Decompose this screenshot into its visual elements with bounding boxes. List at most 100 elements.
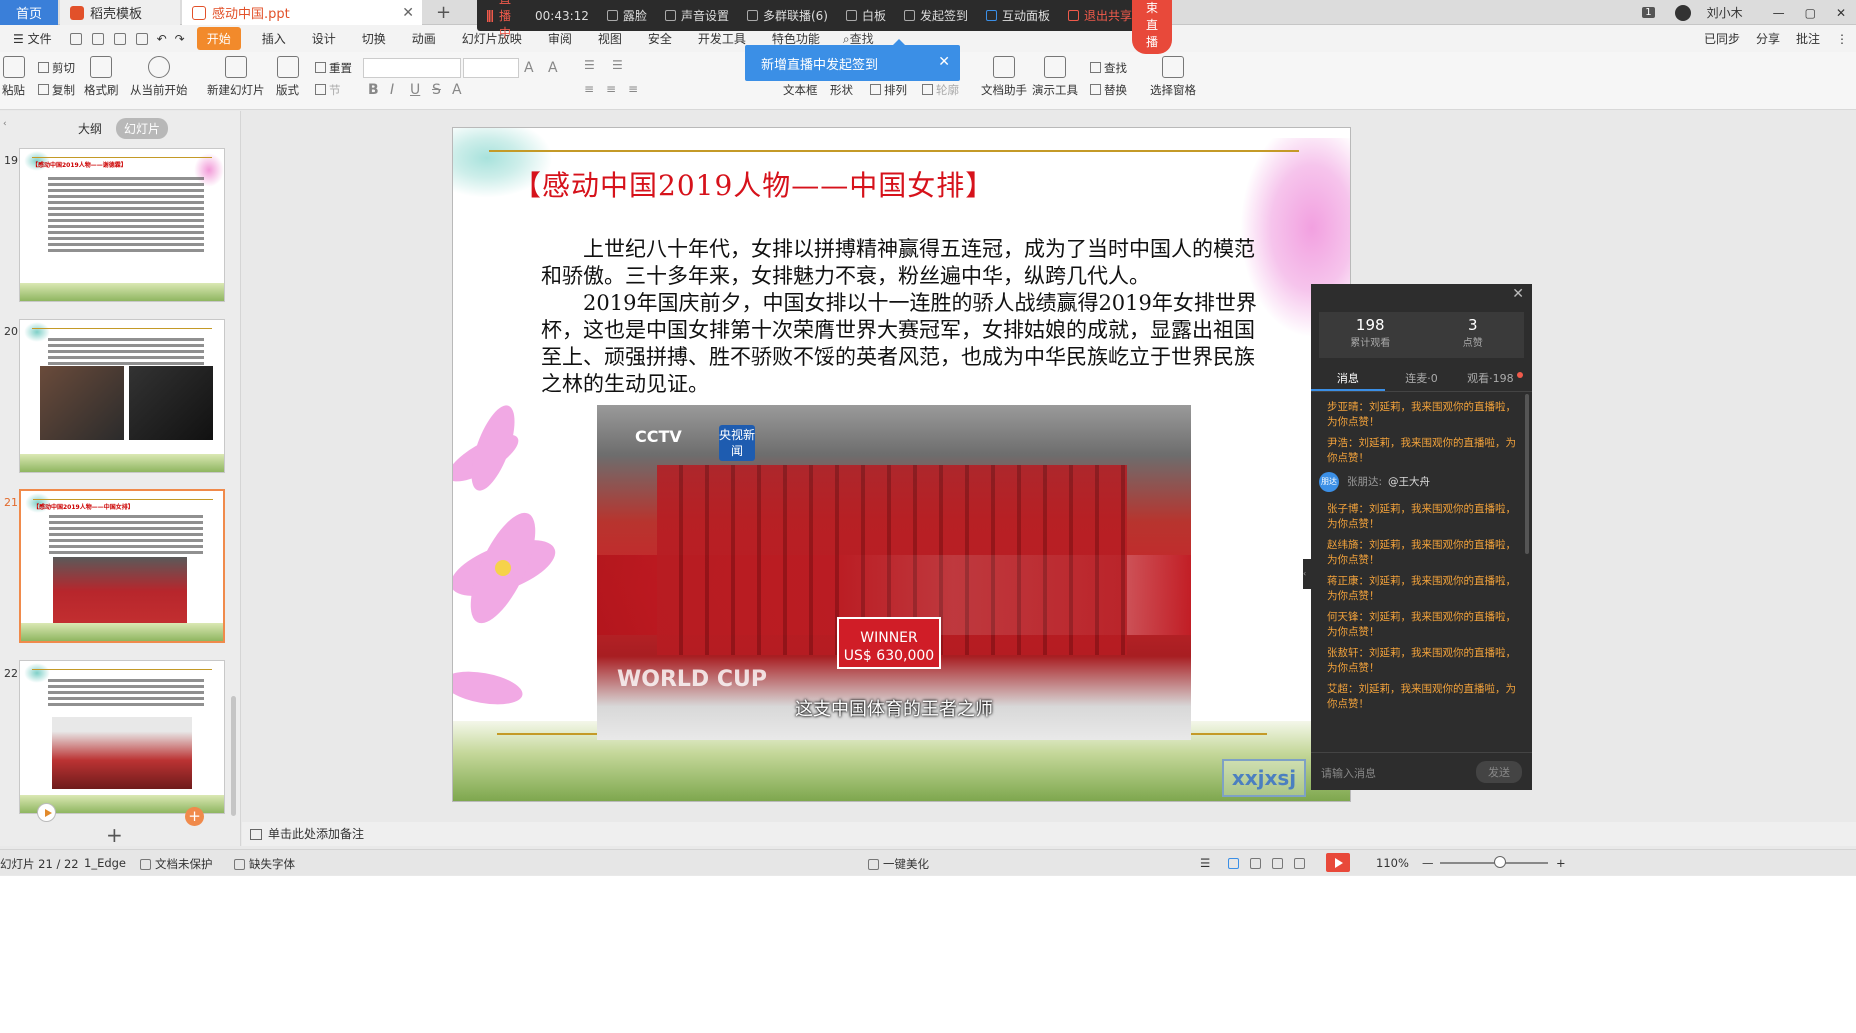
cut-button[interactable]: 剪切 [38,60,75,76]
slide-thumbnail-22[interactable] [19,660,225,814]
select-pane-button[interactable]: 选择窗格 [1150,56,1196,98]
present-tools-button[interactable]: 演示工具 [1032,56,1078,98]
menu-home[interactable]: 开始 [196,27,241,50]
shrink-font-icon[interactable]: A [548,60,558,76]
message-list[interactable]: 步亚晴：刘延莉，我来围观你的直播啦，为你点赞！ 尹浩：刘延莉，我来围观你的直播啦… [1311,400,1532,730]
present-view-icon[interactable] [1294,856,1309,870]
tab-document[interactable]: 感动中国.ppt ✕ [182,0,422,25]
tab-home[interactable]: 首页 [0,0,58,25]
tab-co-host[interactable]: 连麦·0 [1385,368,1459,391]
find-button[interactable]: 查找 [1090,60,1127,76]
font-color-icon[interactable]: A [452,82,462,98]
menu-developer[interactable]: 开发工具 [698,30,746,47]
tab-outline[interactable]: 大纲 [70,118,110,139]
bullets-icon[interactable]: ☰ [584,58,595,72]
reading-view-icon[interactable] [1272,856,1287,870]
slide-canvas[interactable]: 【感动中国2019人物——中国女排】 上世纪八十年代，女排以拼搏精神赢得五连冠，… [452,127,1351,802]
layout-button[interactable]: 版式 [276,56,299,98]
end-live-button[interactable]: 结束直播 [1132,0,1173,54]
sync-button[interactable]: 已同步 [1704,30,1740,47]
play-slideshow-icon[interactable] [1326,853,1350,872]
slide-title[interactable]: 【感动中国2019人物——中国女排】 [513,164,994,204]
play-from-current-button[interactable]: 从当前开始 [130,56,188,98]
align-center-icon[interactable]: ≡ [606,82,616,96]
export-icon[interactable] [91,32,104,45]
more-icon[interactable]: ⋮ [1836,32,1848,46]
multi-group-broadcast[interactable]: 多群联播(6) [746,7,828,24]
textbox-button[interactable]: 文本框 [783,82,818,98]
italic-icon[interactable]: I [390,82,394,98]
comment-button[interactable]: 批注 [1796,30,1820,47]
notes-pane[interactable]: 单击此处添加备注 [242,822,1856,846]
user-account[interactable]: 刘小木 [1674,4,1753,22]
tab-slides[interactable]: 幻灯片 [116,118,169,139]
normal-view-icon[interactable] [1228,856,1243,870]
section-button[interactable]: 节 [315,82,341,98]
slide-thumbnail-20[interactable] [19,319,225,473]
chat-scrollbar[interactable] [1525,394,1529,554]
audio-settings[interactable]: 声音设置 [664,7,729,24]
shape-button[interactable]: 形状 [830,82,853,98]
zoom-out-icon[interactable]: — [1422,856,1434,870]
underline-icon[interactable]: U [410,82,420,98]
undo-icon[interactable]: ↶ [157,32,167,46]
protection-status[interactable]: 文档未保护 [140,856,213,872]
team-photo[interactable]: CCTV 央视新闻 WINNER US$ 630,000 WORLD CUP 这… [597,405,1191,740]
notes-toggle-icon[interactable]: ☰ [1200,856,1210,870]
tab-viewers[interactable]: 观看·198 [1458,368,1532,391]
add-slide-button[interactable]: + [185,807,204,826]
strikethrough-icon[interactable]: S [432,82,441,98]
send-button[interactable]: 发送 [1476,761,1522,783]
outline-button[interactable]: 轮廓 [922,82,959,98]
share-button[interactable]: 分享 [1756,30,1780,47]
play-slideshow-button[interactable] [37,803,56,822]
menu-animation[interactable]: 动画 [412,30,436,47]
replace-button[interactable]: 替换 [1090,82,1127,98]
align-left-icon[interactable]: ≡ [584,82,594,96]
new-tab-button[interactable]: + [436,2,451,23]
tab-messages[interactable]: 消息 [1311,368,1385,391]
close-window-button[interactable]: ✕ [1836,6,1846,20]
format-painter-button[interactable]: 格式刷 [84,56,119,98]
preview-icon[interactable] [135,32,148,45]
new-slide-plus-button[interactable]: + [106,823,123,847]
zoom-level[interactable]: 110% [1376,856,1409,870]
slide-thumbnail-19[interactable]: 【感动中国2019人物——谢德霖】 [19,148,225,302]
exit-share-button[interactable]: 退出共享 [1068,7,1132,24]
paste-button[interactable]: 粘贴 [2,56,25,98]
tab-templates[interactable]: 稻壳模板 [60,0,180,25]
message-input[interactable]: 请输入消息 [1321,765,1376,781]
menu-security[interactable]: 安全 [648,30,672,47]
font-name-select[interactable] [363,58,461,78]
menu-transition[interactable]: 切换 [362,30,386,47]
collapse-chat-icon[interactable]: ‹ [1303,559,1311,589]
numbering-icon[interactable]: ☰ [612,58,623,72]
check-in-button[interactable]: 发起签到 [903,7,968,24]
beautify-button[interactable]: 一键美化 [868,856,929,872]
missing-font-button[interactable]: 缺失字体 [234,856,295,872]
menu-design[interactable]: 设计 [312,30,336,47]
zoom-in-icon[interactable]: + [1556,856,1566,870]
redo-icon[interactable]: ↷ [175,32,185,46]
slide-thumbnail-21[interactable]: 【感动中国2019人物——中国女排】 [19,489,225,643]
grow-font-icon[interactable]: A [524,60,534,76]
reset-button[interactable]: 重置 [315,60,352,76]
zoom-slider-handle[interactable] [1494,856,1506,868]
close-icon[interactable]: ✕ [938,54,950,70]
save-icon[interactable] [69,32,82,45]
close-tab-icon[interactable]: ✕ [402,5,414,21]
menu-view[interactable]: 视图 [598,30,622,47]
whiteboard-button[interactable]: 白板 [845,7,886,24]
maximize-button[interactable]: ▢ [1805,6,1816,20]
file-menu[interactable]: ☰ 文件 [13,30,52,47]
doc-helper-button[interactable]: 文档助手 [981,56,1027,98]
interaction-panel-button[interactable]: 互动面板 [985,7,1050,24]
collapse-panel-icon[interactable]: ‹ [3,119,7,129]
font-size-select[interactable] [463,58,519,78]
new-slide-button[interactable]: 新建幻灯片 [207,56,265,98]
panel-scrollbar[interactable] [231,696,236,816]
align-right-icon[interactable]: ≡ [628,82,638,96]
slide-sorter-icon[interactable] [1250,856,1265,870]
minimize-button[interactable]: — [1773,6,1785,20]
arrange-button[interactable]: 排列 [870,82,907,98]
